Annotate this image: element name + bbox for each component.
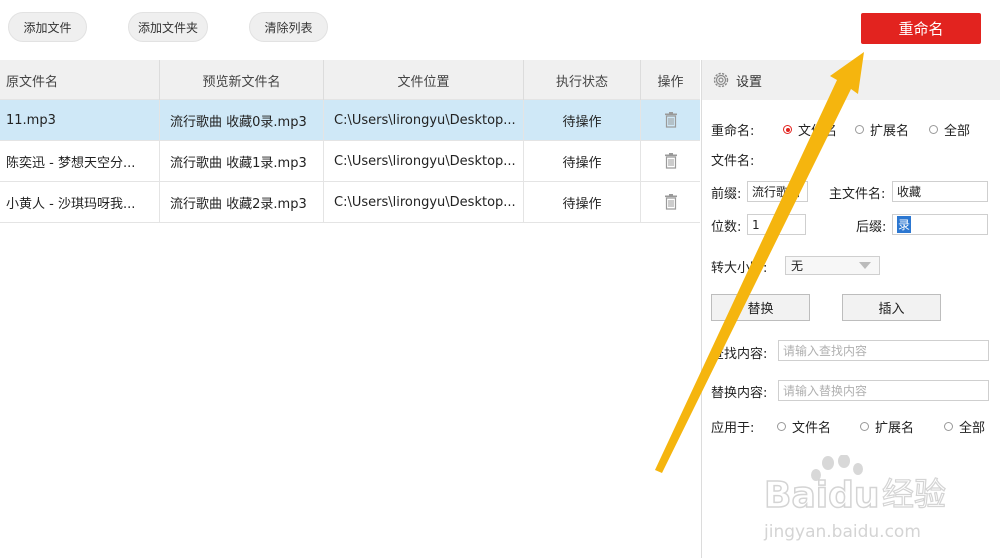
watermark-brand: Baidu: [764, 475, 879, 516]
table-row[interactable]: 小黄人 - 沙琪玛呀我... 流行歌曲 收藏2录.mp3 C:\Users\li…: [0, 182, 700, 223]
cell-original-name: 陈奕迅 - 梦想天空分...: [0, 141, 160, 181]
apply-option-extension[interactable]: 扩展名: [860, 417, 914, 436]
radio-label: 扩展名: [870, 124, 910, 139]
rename-option-all[interactable]: 全部: [929, 120, 970, 139]
case-value: 无: [791, 259, 804, 273]
insert-button[interactable]: 插入: [842, 294, 941, 321]
find-input[interactable]: 请输入查找内容: [778, 340, 989, 361]
apply-option-filename[interactable]: 文件名: [777, 417, 831, 436]
col-status[interactable]: 执行状态: [524, 60, 641, 100]
cell-preview-name: 流行歌曲 收藏1录.mp3: [160, 141, 324, 181]
radio-icon: [855, 125, 864, 134]
file-table: 原文件名 预览新文件名 文件位置 执行状态 操作 11.mp3 流行歌曲 收藏0…: [0, 60, 700, 223]
radio-icon: [944, 422, 953, 431]
cell-status: 待操作: [524, 141, 641, 181]
cell-location: C:\Users\lirongyu\Desktop...: [324, 100, 524, 140]
toolbar: 添加文件 添加文件夹 清除列表 重命名: [0, 0, 1000, 58]
prefix-input[interactable]: 流行歌曲: [747, 181, 808, 202]
case-label: 转大小写:: [711, 261, 768, 276]
gear-icon: [713, 72, 729, 88]
main-name-label: 主文件名:: [829, 187, 886, 202]
radio-icon: [929, 125, 938, 134]
settings-title: 设置: [736, 74, 763, 90]
rename-button[interactable]: 重命名: [861, 13, 981, 44]
table-row[interactable]: 11.mp3 流行歌曲 收藏0录.mp3 C:\Users\lirongyu\D…: [0, 100, 700, 141]
trash-icon: [664, 112, 677, 128]
baidu-watermark: Baidu 经验 jingyan.baidu.com: [760, 454, 990, 545]
suffix-value: 录: [897, 216, 912, 233]
watermark-url: jingyan.baidu.com: [763, 522, 921, 542]
cell-status: 待操作: [524, 100, 641, 140]
cell-original-name: 小黄人 - 沙琪玛呀我...: [0, 182, 160, 222]
apply-option-all[interactable]: 全部: [944, 417, 985, 436]
replace-button[interactable]: 替换: [711, 294, 810, 321]
delete-button[interactable]: [641, 100, 700, 140]
col-actions: 操作: [657, 74, 684, 90]
chevron-down-icon: [859, 262, 871, 269]
main-name-input[interactable]: 收藏: [892, 181, 988, 202]
clear-list-button[interactable]: 清除列表: [249, 12, 328, 42]
paw-logo-icon: Baidu 经验 jingyan.baidu.com: [763, 454, 947, 542]
cell-preview-name: 流行歌曲 收藏2录.mp3: [160, 182, 324, 222]
watermark-brand-cn: 经验: [882, 475, 946, 513]
col-original-name[interactable]: 原文件名: [0, 60, 160, 100]
radio-label: 全部: [959, 421, 986, 436]
digits-input[interactable]: 1: [747, 214, 806, 235]
apply-label: 应用于:: [711, 421, 755, 436]
rename-label: 重命名:: [711, 124, 755, 139]
col-preview-name[interactable]: 预览新文件名: [160, 60, 324, 100]
filename-label: 文件名:: [711, 154, 755, 169]
find-label: 查找内容:: [711, 347, 768, 362]
col-location[interactable]: 文件位置: [324, 60, 524, 100]
radio-label: 扩展名: [875, 421, 915, 436]
replace-with-label: 替换内容:: [711, 386, 768, 401]
cell-original-name: 11.mp3: [0, 100, 160, 140]
radio-icon: [860, 422, 869, 431]
add-folder-button[interactable]: 添加文件夹: [128, 12, 208, 42]
settings-header: 设置: [702, 60, 1000, 100]
radio-label: 文件名: [792, 421, 832, 436]
prefix-label: 前缀:: [711, 187, 742, 202]
table-row[interactable]: 陈奕迅 - 梦想天空分... 流行歌曲 收藏1录.mp3 C:\Users\li…: [0, 141, 700, 182]
suffix-label: 后缀:: [856, 220, 887, 235]
radio-label: 全部: [944, 124, 971, 139]
digits-label: 位数:: [711, 220, 742, 235]
cell-location: C:\Users\lirongyu\Desktop...: [324, 182, 524, 222]
rename-option-filename[interactable]: 文件名: [783, 120, 837, 139]
radio-icon: [777, 422, 786, 431]
cell-location: C:\Users\lirongyu\Desktop...: [324, 141, 524, 181]
replace-input[interactable]: 请输入替换内容: [778, 380, 989, 401]
radio-label: 文件名: [798, 124, 838, 139]
radio-icon: [783, 125, 792, 134]
case-dropdown[interactable]: 无: [785, 256, 880, 275]
suffix-input[interactable]: 录: [892, 214, 988, 235]
table-header: 原文件名 预览新文件名 文件位置 执行状态 操作: [0, 60, 700, 100]
cell-preview-name: 流行歌曲 收藏0录.mp3: [160, 100, 324, 140]
cell-status: 待操作: [524, 182, 641, 222]
rename-option-extension[interactable]: 扩展名: [855, 120, 909, 139]
delete-button[interactable]: [641, 141, 700, 181]
trash-icon: [664, 194, 677, 210]
add-file-button[interactable]: 添加文件: [8, 12, 87, 42]
delete-button[interactable]: [641, 182, 700, 222]
trash-icon: [664, 153, 677, 169]
